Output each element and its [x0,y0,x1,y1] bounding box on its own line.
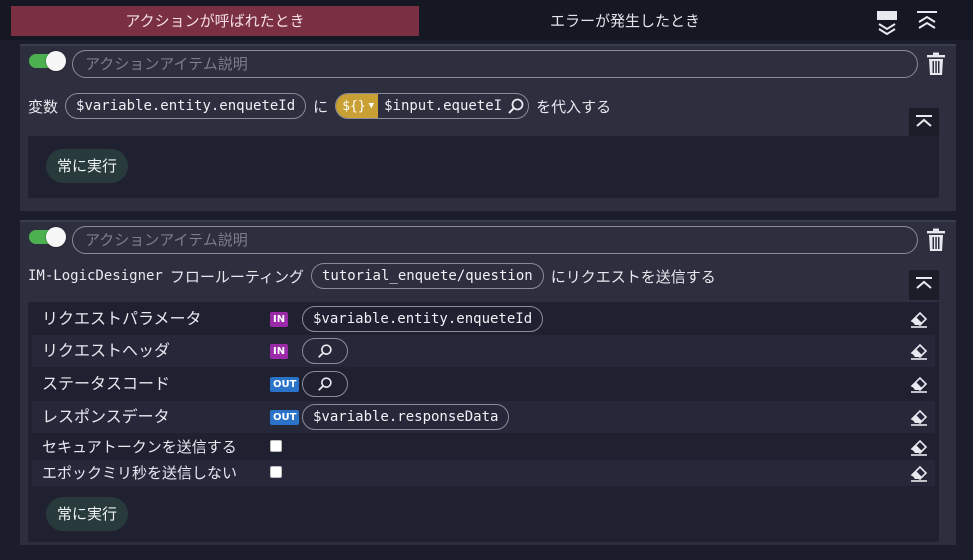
secure-token-checkbox[interactable] [270,440,282,452]
param-label: レスポンスデータ [42,407,170,426]
eraser-icon[interactable] [909,341,929,361]
value-input-combo: ${} ▼ $input.equeteI [335,93,530,119]
status-code-search-button[interactable] [302,371,348,397]
out-badge: OUT [270,377,300,392]
always-run-button[interactable]: 常に実行 [46,497,129,531]
response-data-field[interactable]: $variable.responseData [302,404,510,430]
param-label: エポックミリ秒を送信しない [42,464,238,482]
request-suffix: にリクエストを送信する [550,267,716,286]
param-label: リクエストパラメータ [42,309,202,328]
param-row-request-parameter: リクエストパラメータ IN $variable.entity.enqueteId [32,303,935,335]
param-label: セキュアトークンを送信する [42,438,237,456]
param-row-secure-token: セキュアトークンを送信する [32,434,935,460]
param-row-epoch-millis: エポックミリ秒を送信しない [32,460,935,486]
request-parameter-field[interactable]: $variable.entity.enqueteId [302,306,544,332]
action-item-variable-assign: 変数 $variable.entity.enqueteId に ${}▼ $in… [20,44,956,211]
in-badge: IN [270,344,289,359]
value-field[interactable]: $input.equeteI [378,98,506,114]
particle-ni: に [313,97,329,116]
request-header-search-button[interactable] [302,338,348,364]
action-item-flow-routing: IM-LogicDesigner フロールーティング tutorial_enqu… [20,220,956,545]
param-row-response-data: レスポンスデータ OUT $variable.responseData [32,401,935,433]
search-icon [318,377,332,391]
flow-routing-field[interactable]: tutorial_enquete/question [310,263,544,289]
logic-designer-label: IM-LogicDesigner [28,268,163,284]
assign-suffix: を代入する [536,97,612,116]
tab-action-called[interactable]: アクションが呼ばれたとき [11,6,419,36]
tab-bar: アクションが呼ばれたとき エラーが発生したとき [0,0,973,40]
action-description-input[interactable] [72,226,918,254]
trash-icon[interactable] [926,52,948,76]
search-icon[interactable] [506,96,526,116]
collapse-icon[interactable] [909,108,939,138]
param-row-request-header: リクエストヘッダ IN [32,335,935,367]
epoch-millis-checkbox[interactable] [270,466,282,478]
out-badge: OUT [270,410,300,425]
enable-toggle[interactable] [29,227,69,247]
param-row-status-code: ステータスコード OUT [32,368,935,400]
variable-label: 変数 [28,97,59,116]
param-label: ステータスコード [42,374,171,393]
tab-error-occurred[interactable]: エラーが発生したとき [420,6,830,36]
eraser-icon[interactable] [909,407,929,427]
eraser-icon[interactable] [909,437,929,457]
in-badge: IN [270,312,289,327]
enable-toggle[interactable] [29,51,69,71]
routing-statement: IM-LogicDesigner フロールーティング tutorial_enqu… [28,262,723,290]
collapse-all-icon[interactable] [915,9,939,35]
eraser-icon[interactable] [909,463,929,483]
search-icon [318,344,332,358]
eraser-icon[interactable] [909,309,929,329]
trash-icon[interactable] [926,228,948,252]
expand-all-icon[interactable] [875,9,899,35]
eraser-icon[interactable] [909,374,929,394]
assign-statement: 変数 $variable.entity.enqueteId に ${} ▼ $in… [28,92,618,120]
always-run-button[interactable]: 常に実行 [46,149,129,183]
param-label: リクエストヘッダ [42,341,171,360]
action-description-input[interactable] [72,50,918,78]
expression-type-selector[interactable]: ${} ▼ [336,94,379,118]
action-options-panel: 常に実行 [28,136,939,198]
collapse-icon[interactable] [909,270,939,300]
parameters-panel: リクエストパラメータ IN $variable.entity.enqueteId… [28,302,939,542]
routing-label: フロールーティング [169,267,304,286]
caret-down-icon: ▼ [368,101,375,111]
variable-target-field[interactable]: $variable.entity.enqueteId [65,93,307,119]
